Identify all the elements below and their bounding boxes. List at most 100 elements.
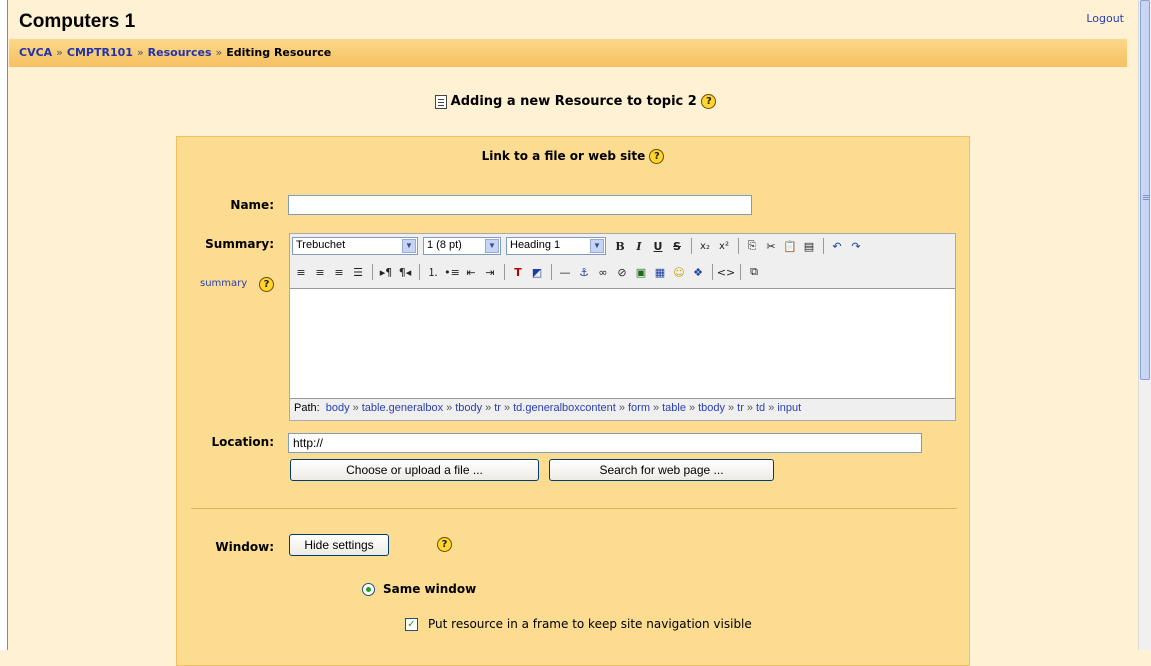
paste-icon[interactable]: 📋 [781,237,799,255]
underline-icon[interactable]: U [649,237,667,255]
toolbar-separator [712,264,713,280]
choose-upload-file-button[interactable]: Choose or upload a file ... [290,459,539,481]
horizontal-rule-icon[interactable]: — [556,263,574,281]
path-item[interactable]: td [756,402,765,414]
undo-icon[interactable]: ↶ [828,237,846,255]
font-size-value: 1 (8 pt) [427,239,462,251]
bold-icon[interactable]: B [611,237,629,255]
path-item[interactable]: body [326,402,350,414]
same-window-radio[interactable] [362,583,375,596]
location-input[interactable]: http:// [288,433,922,453]
anchor-icon[interactable]: ⚓ [575,263,593,281]
path-item[interactable]: form [628,402,650,414]
path-separator: » [652,402,660,414]
breadcrumb-separator: » [56,46,63,59]
site-title: Computers 1 [19,11,136,32]
path-separator: » [728,402,735,414]
strikethrough-icon[interactable]: S [668,237,686,255]
smiley-icon[interactable]: ☺ [670,263,688,281]
superscript-icon[interactable]: x² [715,237,733,255]
font-size-select[interactable]: 1 (8 pt) ▼ [423,237,501,255]
text-color-icon[interactable]: T [509,263,527,281]
breadcrumb-separator: » [215,46,223,59]
form-divider [191,508,957,509]
align-right-icon[interactable]: ≡ [330,263,348,281]
unordered-list-icon[interactable]: •≡ [443,263,461,281]
vertical-scrollbar[interactable] [1138,0,1151,650]
chevron-down-icon: ▼ [590,239,604,253]
subscript-icon[interactable]: x₂ [696,237,714,255]
hide-settings-button[interactable]: Hide settings [289,534,389,556]
page-heading-text: Adding a new Resource to topic 2 [450,94,697,109]
unlink-icon[interactable]: ⊘ [613,263,631,281]
path-item[interactable]: tbody [698,402,725,414]
frame-checkbox-label: Put resource in a frame to keep site nav… [428,617,752,631]
paste-word-icon[interactable]: ▤ [800,237,818,255]
path-separator: » [618,402,625,414]
editor-path-bar: Path: body» table.generalbox» tbody» tr» td.… [294,402,801,414]
resource-form: Link to a file or web site ? Name: Summa… [176,136,970,666]
summary-label: Summary: [205,237,274,251]
help-icon[interactable]: ? [259,277,274,292]
window-label: Window: [215,540,274,554]
font-family-select[interactable]: Trebuchet ▼ [292,237,418,255]
chevron-down-icon: ▼ [402,239,416,253]
toolbar-separator [740,264,741,280]
breadcrumb-resources[interactable]: Resources [148,46,212,59]
page-heading: Adding a new Resource to topic 2 ? [0,94,1151,109]
justify-icon[interactable]: ☰ [349,263,367,281]
path-separator: » [446,402,453,414]
path-item[interactable]: tr [737,402,744,414]
path-separator: » [688,402,696,414]
breadcrumb-cmptr101[interactable]: CMPTR101 [67,46,133,59]
outdent-icon[interactable]: ⇤ [462,263,480,281]
path-item[interactable]: input [777,402,801,414]
editor-toolbar-row-2: ≡ ≡ ≡ ☰ ▸¶ ¶◂ ⒈ •≡ ⇤ ⇥ T ◩ — ⚓ ∞ ⊘ ▣ ▦ ☺… [292,261,764,283]
summary-help-link[interactable]: summary [200,278,247,289]
frame-checkbox[interactable]: ✓ [405,618,418,631]
form-heading-text: Link to a file or web site [481,149,646,163]
format-value: Heading 1 [510,239,561,251]
toolbar-separator [691,238,692,254]
help-icon[interactable]: ? [437,537,452,552]
indent-icon[interactable]: ⇥ [481,263,499,281]
path-item[interactable]: td.generalboxcontent [513,402,616,414]
rtl-icon[interactable]: ¶◂ [396,263,414,281]
html-source-icon[interactable]: <> [717,263,735,281]
ltr-icon[interactable]: ▸¶ [377,263,395,281]
help-icon[interactable]: ? [649,149,665,164]
navigation-bar: CVCA» CMPTR101» Resources» Editing Resource [9,39,1127,67]
link-icon[interactable]: ∞ [594,263,612,281]
align-left-icon[interactable]: ≡ [292,263,310,281]
path-separator: » [352,402,359,414]
path-label: Path: [294,402,320,414]
format-select[interactable]: Heading 1 ▼ [506,237,606,255]
summary-editor-area[interactable] [290,288,955,399]
image-icon[interactable]: ▣ [632,263,650,281]
path-item[interactable]: table.generalbox [362,402,443,414]
redo-icon[interactable]: ↷ [847,237,865,255]
cut-icon[interactable]: ✂ [762,237,780,255]
name-input[interactable] [288,195,752,215]
special-char-icon[interactable]: ❖ [689,263,707,281]
table-icon[interactable]: ▦ [651,263,669,281]
help-icon[interactable]: ? [701,94,717,109]
search-web-page-button[interactable]: Search for web page ... [549,459,774,481]
logout-link[interactable]: Logout [1086,12,1124,25]
font-family-value: Trebuchet [296,239,346,251]
scrollbar-thumb[interactable] [1140,0,1150,380]
breadcrumb-separator: » [136,46,144,59]
italic-icon[interactable]: I [630,237,648,255]
path-item[interactable]: table [662,402,686,414]
path-item[interactable]: tr [494,402,501,414]
name-label: Name: [230,198,274,212]
background-color-icon[interactable]: ◩ [528,263,546,281]
path-item[interactable]: tbody [455,402,482,414]
fullscreen-icon[interactable]: ⧉ [745,263,763,281]
copy-icon[interactable]: ⎘ [743,237,761,255]
align-center-icon[interactable]: ≡ [311,263,329,281]
toolbar-separator [551,264,552,280]
ordered-list-icon[interactable]: ⒈ [424,263,442,281]
html-editor: Trebuchet ▼ 1 (8 pt) ▼ Heading 1 ▼ B I U S … [289,233,956,421]
breadcrumb-cvca[interactable]: CVCA [19,46,52,59]
